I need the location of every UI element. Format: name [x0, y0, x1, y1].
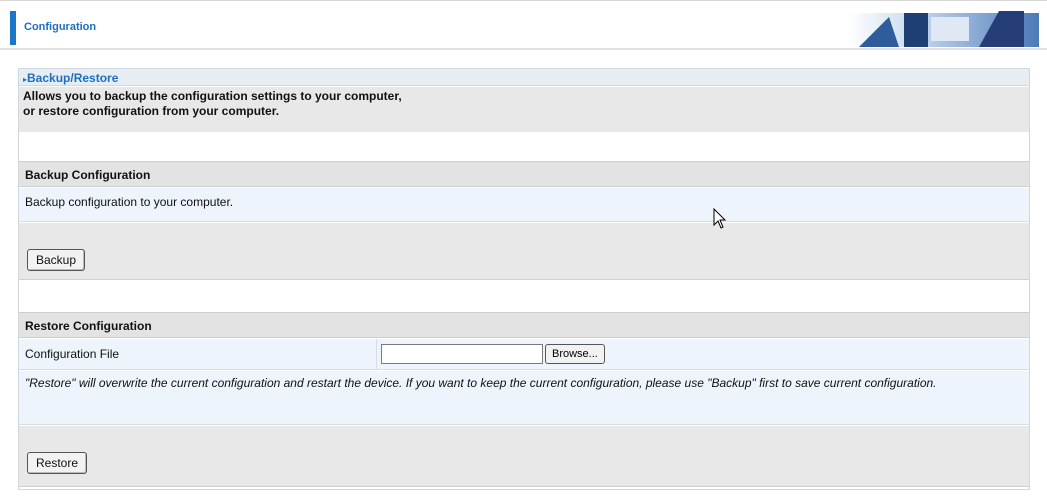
section-description: Allows you to backup the configuration s…: [19, 87, 1029, 132]
section-title-bar: ▸Backup/Restore: [19, 69, 1029, 86]
banner-graphic-icon: [849, 11, 1039, 47]
backup-heading-row: Backup Configuration: [19, 161, 1029, 187]
page-title: Configuration: [24, 21, 97, 33]
mouse-pointer-icon: [713, 208, 727, 229]
restore-button-row: Restore: [19, 426, 1029, 487]
restore-warning: "Restore" will overwrite the current con…: [25, 376, 937, 390]
backup-text-row: Backup configuration to your computer.: [19, 188, 1029, 222]
config-file-input[interactable]: [381, 344, 543, 364]
backup-heading: Backup Configuration: [25, 168, 151, 182]
backup-text: Backup configuration to your computer.: [25, 195, 234, 209]
restore-heading: Restore Configuration: [25, 319, 152, 333]
top-bar: Configuration: [0, 0, 1047, 50]
backup-button-row: Backup: [19, 223, 1029, 280]
restore-warning-row: "Restore" will overwrite the current con…: [19, 371, 1029, 425]
config-file-cell: Browse...: [376, 339, 1029, 369]
config-file-row: Configuration File Browse...: [19, 339, 1029, 370]
description-line-1: Allows you to backup the configuration s…: [23, 89, 402, 103]
description-line-2: or restore configuration from your compu…: [23, 104, 280, 118]
browse-button[interactable]: Browse...: [545, 344, 605, 364]
accent-bar: [10, 11, 16, 45]
backup-restore-panel: ▸Backup/Restore Allows you to backup the…: [18, 68, 1030, 490]
config-file-label: Configuration File: [25, 347, 120, 361]
backup-button[interactable]: Backup: [27, 249, 86, 271]
section-title: Backup/Restore: [27, 71, 119, 85]
restore-heading-row: Restore Configuration: [19, 312, 1029, 338]
restore-button[interactable]: Restore: [27, 452, 88, 474]
